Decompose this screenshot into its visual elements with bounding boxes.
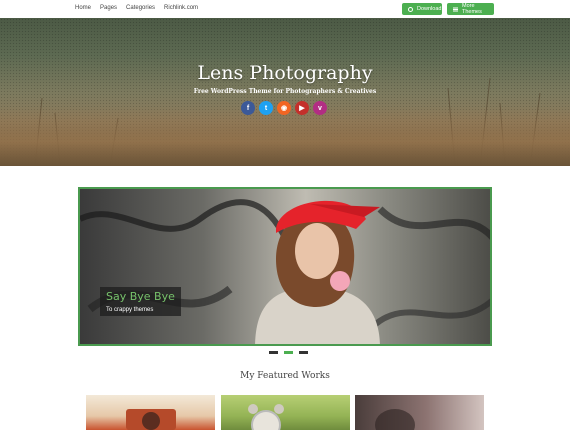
field-overlay: [0, 106, 570, 166]
featured-works-title: My Featured Works: [240, 371, 330, 381]
gear-icon: [408, 6, 413, 12]
main-nav: Home Pages Categories Richlink.com: [75, 5, 198, 11]
featured-thumb-portrait[interactable]: [355, 395, 484, 430]
camera-image: [126, 409, 176, 430]
image-slider[interactable]: [78, 187, 492, 346]
download-button[interactable]: Download: [402, 3, 442, 15]
download-label: Download: [417, 6, 442, 12]
nav-pages[interactable]: Pages: [100, 5, 117, 11]
alarm-clock-image: [248, 404, 284, 430]
slide-image: [80, 199, 490, 344]
slide-dot-2[interactable]: [284, 351, 293, 354]
rss-icon[interactable]: ◉: [277, 101, 291, 115]
featured-thumb-clock[interactable]: [221, 395, 350, 430]
more-themes-label: More Themes: [462, 3, 482, 15]
slide-dot-1[interactable]: [269, 351, 278, 354]
top-bar: Home Pages Categories Richlink.com Downl…: [0, 0, 570, 18]
list-icon: [453, 7, 458, 12]
nav-home[interactable]: Home: [75, 5, 91, 11]
twitter-icon[interactable]: t: [259, 101, 273, 115]
slide-dot-3[interactable]: [299, 351, 308, 354]
slider-pagination: [269, 351, 308, 354]
nav-categories[interactable]: Categories: [126, 5, 155, 11]
facebook-icon[interactable]: f: [241, 101, 255, 115]
slide-heading: Say Bye Bye: [106, 290, 175, 303]
social-links: f t ◉ ▶ v: [241, 101, 327, 115]
portrait-image: [375, 409, 415, 430]
more-themes-button[interactable]: More Themes: [447, 3, 494, 15]
vimeo-icon[interactable]: v: [313, 101, 327, 115]
featured-thumb-camera[interactable]: [86, 395, 215, 430]
site-tagline: Free WordPress Theme for Photographers &…: [193, 88, 377, 95]
site-title: Lens Photography: [197, 62, 373, 84]
nav-richlink[interactable]: Richlink.com: [164, 5, 198, 11]
youtube-icon[interactable]: ▶: [295, 101, 309, 115]
slide-caption: Say Bye Bye To crappy themes: [100, 287, 181, 316]
slide-text: To crappy themes: [106, 307, 154, 313]
